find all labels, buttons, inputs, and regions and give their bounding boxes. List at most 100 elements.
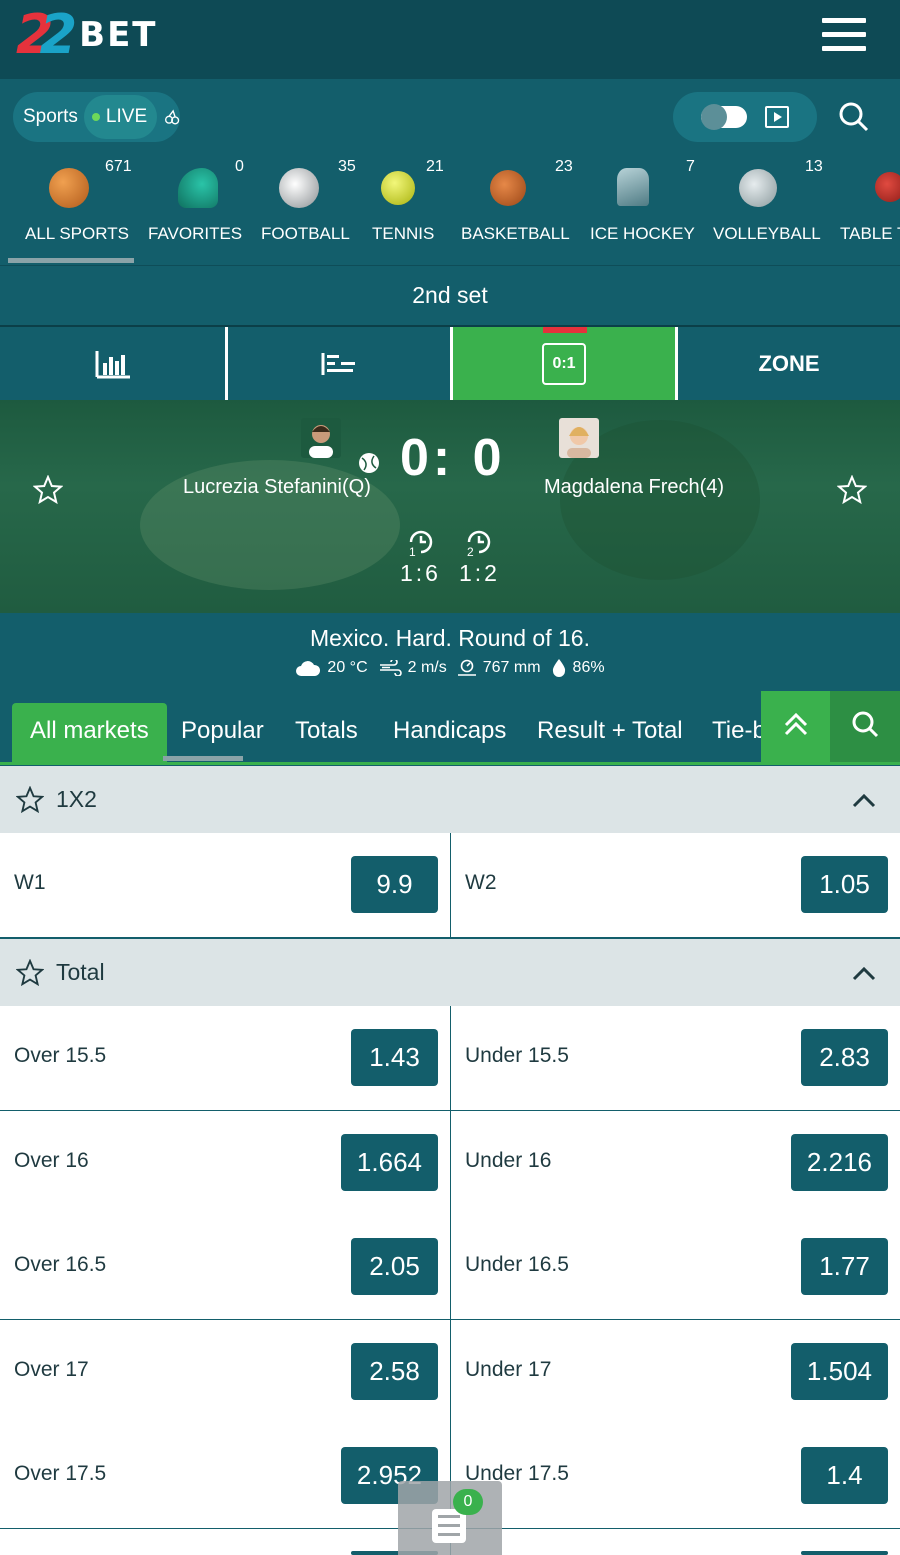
chevron-up-icon[interactable] [850, 963, 878, 983]
odds-row: W1 9.9 W2 1.05 [0, 833, 900, 938]
odds-row: Over 16.5 2.05 Under 16.5 1.77 [0, 1215, 900, 1320]
tab-totals[interactable]: Totals [295, 703, 358, 762]
sport-tab-tennis[interactable]: 21 TENNIS [365, 154, 445, 264]
collapse-all-button[interactable] [761, 691, 830, 762]
outcome-label: Under 16 [465, 1149, 552, 1172]
set1-clock-icon: 1 [409, 530, 433, 557]
sport-label: TABLE T [840, 224, 900, 243]
logo[interactable]: 22 BET [16, 4, 158, 66]
odd-button[interactable]: 1.504 [790, 1343, 888, 1400]
odd-button[interactable] [801, 1551, 888, 1555]
mode-switch: Sports LIVE [13, 92, 180, 142]
chevron-up-icon[interactable] [850, 790, 878, 810]
stream-toggle[interactable] [701, 104, 747, 130]
weather-info: 20 °C 2 m/s 767 mm 86% [0, 658, 900, 678]
player1-name: Lucrezia Stefanini(Q) [183, 476, 371, 498]
outcome-label: Over 17 [14, 1358, 89, 1381]
sport-tab-favorites[interactable]: 0 FAVORITES [140, 154, 244, 264]
sport-tab-table-tennis[interactable]: TABLE T [835, 154, 900, 264]
wind-speed: 2 m/s [407, 659, 447, 676]
search-icon[interactable] [838, 101, 870, 133]
favorites-icon [178, 168, 218, 208]
sport-label: ICE HOCKEY [590, 224, 695, 243]
tab-scoreboard[interactable]: 0:1 [450, 327, 675, 400]
bet-slip-button[interactable]: 0 [398, 1481, 502, 1555]
tab-zone[interactable]: ZONE [675, 327, 900, 400]
sport-count: 13 [805, 158, 823, 175]
serving-ball-icon [359, 453, 379, 473]
tab-tie-break[interactable]: Tie-b [712, 703, 766, 762]
sport-label: TENNIS [372, 224, 435, 243]
tab-result-total[interactable]: Result + Total [537, 703, 683, 762]
tab-popular[interactable]: Popular [181, 703, 264, 762]
odd-button[interactable]: 1.77 [801, 1238, 888, 1295]
star-icon[interactable] [16, 959, 44, 987]
cloud-icon [296, 661, 321, 676]
table-tennis-icon [875, 172, 900, 202]
outcome-label: Over 16 [14, 1149, 89, 1172]
tab-all-markets[interactable]: All markets [12, 703, 167, 762]
outcome-label: Over 16.5 [14, 1253, 107, 1276]
favorite-star-icon[interactable] [33, 475, 63, 505]
outcome-label: Over 17.5 [14, 1462, 107, 1485]
star-icon[interactable] [16, 786, 44, 814]
humidity: 86% [572, 659, 605, 676]
odd-button[interactable]: 1.05 [801, 856, 888, 913]
pressure: 767 mm [482, 659, 541, 676]
svg-text:1: 1 [409, 545, 416, 557]
top-header: 22 BET [0, 0, 900, 79]
sport-label: FOOTBALL [261, 224, 350, 243]
basketball-icon [490, 170, 526, 206]
sport-label: ALL SPORTS [25, 224, 129, 243]
sport-tab-all-sports[interactable]: 671 ALL SPORTS [8, 154, 134, 264]
sport-count: 23 [555, 158, 573, 175]
casino-cherry-icon[interactable] [165, 106, 180, 128]
odds-row: Over 17 2.58 Under 17 1.504 [0, 1320, 900, 1425]
sport-tab-football[interactable]: 35 FOOTBALL [255, 154, 356, 264]
video-play-icon[interactable] [765, 106, 789, 128]
market-group-title: Total [56, 959, 105, 985]
tab-statistics[interactable] [0, 327, 225, 400]
odd-button[interactable]: 2.83 [801, 1029, 888, 1086]
set1-score: 1:6 [400, 560, 441, 586]
player2-name: Magdalena Frech(4) [544, 476, 725, 498]
odd-button[interactable]: 1.4 [801, 1447, 888, 1504]
odd-button[interactable]: 2.216 [790, 1134, 888, 1191]
tennis-ball-icon [381, 171, 415, 205]
tournament-name: Mexico. Hard. Round of 16. [310, 625, 590, 651]
market-tabs: All markets Popular Totals Handicaps Res… [0, 691, 900, 765]
sport-tab-ice-hockey[interactable]: 7 ICE HOCKEY [585, 154, 695, 264]
bet-slip-count-badge: 0 [453, 1489, 483, 1515]
tab-timeline[interactable] [225, 327, 450, 400]
favorite-star-icon[interactable] [837, 475, 867, 505]
menu-icon[interactable] [822, 18, 866, 52]
odd-button[interactable]: 1.43 [351, 1029, 438, 1086]
market-group-total[interactable]: Total [0, 938, 900, 1006]
odd-button[interactable]: 2.58 [351, 1343, 438, 1400]
tab-scroll-indicator [163, 756, 243, 761]
player1-avatar [301, 418, 341, 458]
odd-button[interactable]: 2.05 [351, 1238, 438, 1295]
tab-handicaps[interactable]: Handicaps [393, 703, 506, 762]
player2-avatar [559, 418, 599, 458]
period-title: 2nd set [0, 265, 900, 325]
odd-button[interactable]: 9.9 [351, 856, 438, 913]
humidity-icon [552, 659, 565, 677]
search-icon [852, 711, 879, 738]
odds-row: Over 16 1.664 Under 16 2.216 [0, 1111, 900, 1216]
all-sports-icon [49, 168, 89, 208]
set2-score: 1:2 [459, 560, 500, 586]
live-indicator [543, 327, 587, 333]
set2-clock-icon: 2 [467, 530, 491, 557]
odd-button[interactable]: 1.664 [340, 1134, 438, 1191]
live-dot-icon [91, 113, 100, 121]
market-group-1x2[interactable]: 1X2 [0, 765, 900, 833]
sport-tab-volleyball[interactable]: 13 VOLLEYBALL [705, 154, 823, 264]
outcome-label: Under 15.5 [465, 1044, 569, 1067]
stream-controls [673, 92, 817, 142]
live-mode-button[interactable]: LIVE [83, 95, 158, 139]
market-search-button[interactable] [830, 691, 900, 762]
sports-mode-button[interactable]: Sports [13, 106, 78, 128]
sport-tab-basketball[interactable]: 23 BASKETBALL [455, 154, 573, 264]
sports-nav: Sports LIVE 671 ALL SPORTS 0 FAVORITES 3… [0, 79, 900, 265]
